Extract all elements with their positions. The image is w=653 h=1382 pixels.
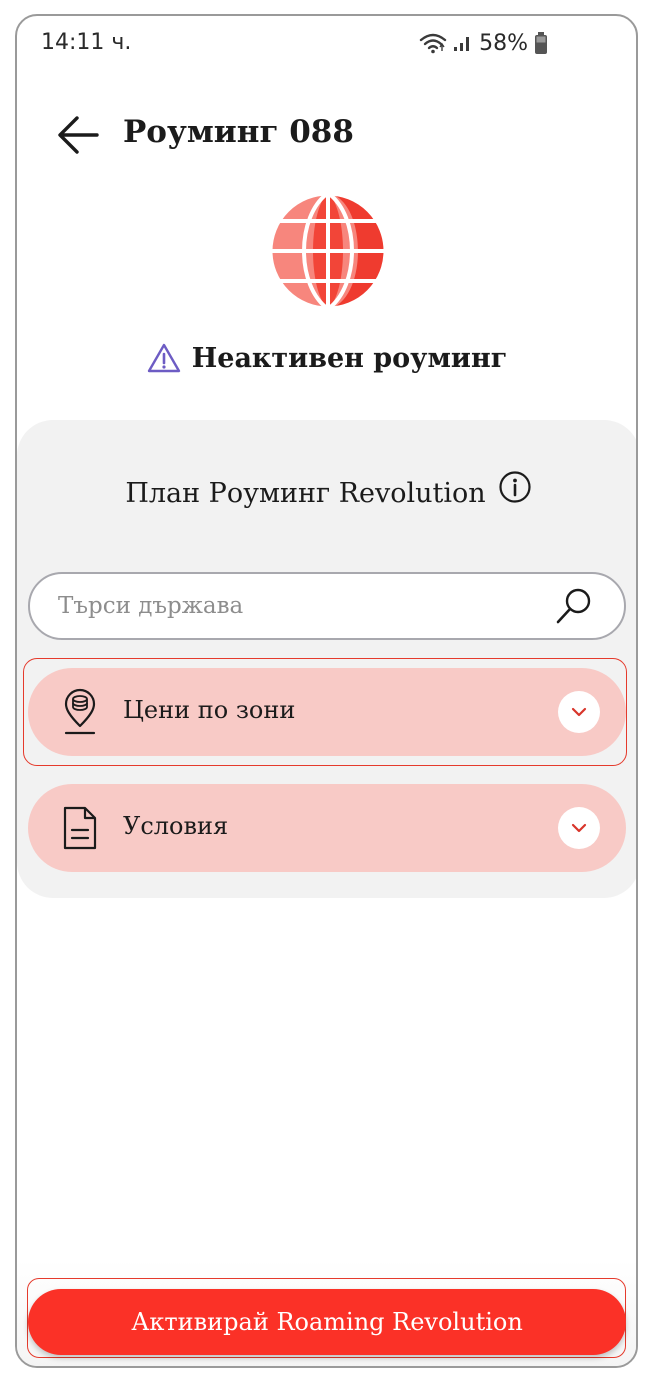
roaming-status-text: Неактивен роуминг bbox=[191, 342, 508, 374]
warning-triangle-icon bbox=[147, 343, 180, 373]
accordion-label: Цени по зони bbox=[123, 696, 296, 724]
globe-icon bbox=[269, 192, 387, 310]
search-icon[interactable] bbox=[554, 586, 594, 626]
phone-screen: 14:11 ч. 58% Роуминг 088 Неактивен роуми… bbox=[15, 14, 638, 1368]
chevron-down-icon bbox=[558, 807, 600, 849]
accordion-label: Условия bbox=[123, 812, 229, 840]
battery-icon bbox=[535, 32, 547, 54]
status-indicators: 58% bbox=[419, 28, 548, 58]
back-button[interactable] bbox=[51, 108, 105, 162]
accordion-zone-prices[interactable]: Цени по зони bbox=[28, 668, 626, 756]
activate-roaming-button[interactable]: Активирай Roaming Revolution bbox=[28, 1289, 626, 1355]
status-bar: 14:11 ч. 58% bbox=[17, 16, 636, 72]
plan-card: План Роуминг Revolution Цен bbox=[17, 420, 636, 898]
arrow-left-icon bbox=[58, 116, 99, 154]
location-coins-icon bbox=[64, 688, 96, 735]
page-title: Роуминг 088 bbox=[123, 114, 354, 150]
document-icon bbox=[63, 806, 97, 850]
search-box bbox=[28, 572, 626, 640]
status-time: 14:11 ч. bbox=[41, 30, 132, 55]
wifi-icon bbox=[419, 33, 447, 54]
roaming-status: Неактивен роуминг bbox=[17, 342, 636, 374]
chevron-down-icon bbox=[558, 691, 600, 733]
info-icon[interactable] bbox=[498, 470, 532, 504]
signal-icon bbox=[454, 37, 470, 51]
battery-percent: 58% bbox=[479, 30, 528, 56]
plan-title: План Роуминг Revolution bbox=[125, 478, 486, 509]
plan-header: План Роуминг Revolution bbox=[17, 470, 636, 509]
search-input[interactable] bbox=[58, 574, 538, 638]
accordion-conditions[interactable]: Условия bbox=[28, 784, 626, 872]
